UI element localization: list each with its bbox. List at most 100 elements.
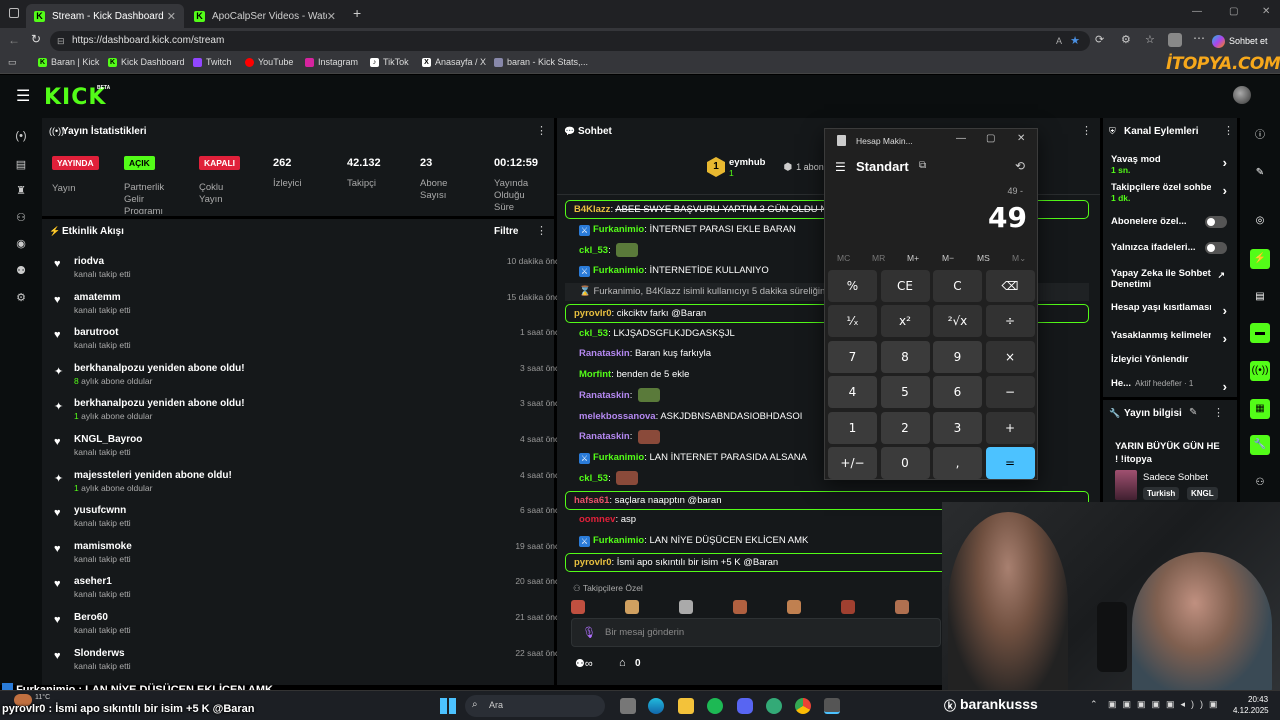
category-name[interactable]: Sadece Sohbet xyxy=(1143,472,1208,483)
chevron-right-icon[interactable]: › xyxy=(1223,183,1227,198)
chat-username[interactable]: Furkanimio xyxy=(593,452,644,463)
maximize-window-icon[interactable]: ▢ xyxy=(1229,6,1238,17)
calc-nav-menu-icon[interactable]: ☰ xyxy=(835,160,846,174)
tag-turkish[interactable]: Turkish xyxy=(1143,487,1180,500)
bookmark-x[interactable]: X Anasayfa / X xyxy=(422,57,486,67)
calc-key-decimal[interactable]: , xyxy=(933,447,982,479)
calc-key-digit-0[interactable]: 0 xyxy=(880,447,930,479)
community-icon[interactable]: ⚇ xyxy=(13,211,29,225)
calc-key-clear-entry[interactable]: CE xyxy=(880,270,930,302)
chat-username[interactable]: ckl_53 xyxy=(579,245,608,256)
calc-memory-button[interactable]: M− xyxy=(942,253,954,263)
favorite-star-icon[interactable]: ★ xyxy=(1070,31,1080,51)
chat-username[interactable]: Ranataskin xyxy=(579,431,630,442)
broadcast-tool-icon[interactable]: ((•)) xyxy=(1250,361,1270,381)
settings-extension-icon[interactable]: ⚙ xyxy=(1121,33,1131,46)
users-icon[interactable]: ⚉ xyxy=(13,264,29,278)
chat-tool-icon[interactable]: ▬ xyxy=(1250,323,1270,343)
calc-key-square-root[interactable]: ²√x xyxy=(933,305,982,338)
events-menu-icon[interactable]: ⋮ xyxy=(536,224,547,237)
copilot-chat-button[interactable]: Sohbet et xyxy=(1212,32,1268,50)
profile-avatar-icon[interactable] xyxy=(1168,33,1182,47)
event-row[interactable]: ♥ yusufcwnn kanalı takip etti 6 saat önce xyxy=(54,505,564,541)
calculator-taskbar-icon[interactable] xyxy=(824,698,840,714)
chat-username[interactable]: oomnev xyxy=(579,514,615,525)
chat-username[interactable]: pyrovlr0 xyxy=(574,557,612,568)
chevron-right-icon[interactable]: › xyxy=(1223,303,1227,318)
channel-action-row[interactable]: Yasaklanmış kelimeler › xyxy=(1111,330,1227,346)
trophy-icon[interactable]: ♜ xyxy=(13,184,29,198)
community-tool-icon[interactable]: ⚇ xyxy=(1250,473,1270,493)
tray-expand-icon[interactable]: ⌃ xyxy=(1090,699,1098,710)
stream-live-icon[interactable]: (•) xyxy=(13,130,29,144)
channel-action-row[interactable]: Takipçilere özel sohbe 1 dk. › xyxy=(1111,182,1227,203)
taskbar-search[interactable]: ⌕ Ara xyxy=(465,695,605,717)
filter-button[interactable]: Filtre xyxy=(494,226,518,237)
tab-stream-dashboard[interactable]: K Stream - Kick Dashboard ✕ xyxy=(26,4,184,28)
event-row[interactable]: ♥ aseher1 kanalı takip etti 20 saat önce xyxy=(54,576,564,612)
channel-action-row[interactable]: İzleyici Yönlendir xyxy=(1111,354,1227,365)
chat-username[interactable]: melekbossanova xyxy=(579,411,656,422)
address-bar[interactable]: ⊟ https://dashboard.kick.com/stream A ★ xyxy=(50,31,1090,51)
calc-memory-button[interactable]: MR xyxy=(872,253,885,263)
calc-maximize-icon[interactable]: ▢ xyxy=(986,133,995,144)
site-info-icon[interactable]: ⊟ xyxy=(57,31,65,51)
new-tab-icon[interactable]: + xyxy=(353,5,361,21)
calc-key-square[interactable]: x² xyxy=(880,305,930,338)
emote-shortcut-icon[interactable] xyxy=(895,600,909,614)
chat-username[interactable]: Furkanimio xyxy=(593,535,644,546)
emote-shortcut-icon[interactable] xyxy=(841,600,855,614)
bookmark-twitch[interactable]: Twitch xyxy=(193,57,232,67)
chat-username[interactable]: Morfint xyxy=(579,369,611,380)
bookmark-baran-kick[interactable]: K Baran | Kick xyxy=(38,57,99,67)
event-row[interactable]: ♥ riodva kanalı takip etti 10 dakika önce xyxy=(54,256,564,292)
stats-menu-icon[interactable]: ⋮ xyxy=(536,124,547,137)
tab-apocalpser-videos[interactable]: K ApoCalpSer Videos - Watch On-D ✕ xyxy=(186,4,344,28)
camera-icon[interactable]: ◉ xyxy=(13,237,29,251)
calc-key-digit-1[interactable]: 1 xyxy=(828,411,877,444)
chevron-right-icon[interactable]: › xyxy=(1223,379,1227,394)
calc-key-digit-8[interactable]: 8 xyxy=(880,340,930,373)
history-icon[interactable]: ⟲ xyxy=(1015,159,1025,173)
wrench-tool-icon[interactable]: 🔧 xyxy=(1250,435,1270,455)
calc-key-clear[interactable]: C xyxy=(933,270,982,302)
event-row[interactable]: ♥ Slonderws kanalı takip etti 22 saat önce xyxy=(54,648,564,684)
start-icon[interactable] xyxy=(440,698,456,714)
camera-target-icon[interactable]: ◎ xyxy=(1250,211,1270,231)
channel-action-row[interactable]: Yalnızca ifadeleri... xyxy=(1111,242,1227,254)
channel-actions-menu-icon[interactable]: ⋮ xyxy=(1223,124,1234,137)
layout-tool-icon[interactable]: ▦ xyxy=(1250,399,1270,419)
calc-key-negate[interactable]: +/− xyxy=(828,447,877,479)
bookmark-youtube[interactable]: YouTube xyxy=(245,57,293,67)
channel-action-row[interactable]: Yapay Zeka ile Sohbet Denetimi ↗ xyxy=(1111,268,1227,290)
close-tab-icon[interactable]: ✕ xyxy=(167,10,176,23)
chat-username[interactable]: Ranataskin xyxy=(579,390,630,401)
chat-input[interactable]: 🎙 Bir mesaj gönderin xyxy=(571,618,941,647)
chat-username[interactable]: ckl_53 xyxy=(579,328,608,339)
keep-on-top-icon[interactable]: ⧉ xyxy=(919,160,926,171)
emote-shortcut-icon[interactable] xyxy=(679,600,693,614)
calc-key-add[interactable]: + xyxy=(985,411,1035,444)
channel-action-row[interactable]: He... Aktif hedefler · 1 › xyxy=(1111,378,1227,394)
tag-kngl[interactable]: KNGL xyxy=(1187,487,1218,500)
reload-icon[interactable]: ↻ xyxy=(31,32,41,46)
toggle-switch[interactable] xyxy=(1205,216,1227,228)
chevron-right-icon[interactable]: › xyxy=(1223,155,1227,170)
calc-close-icon[interactable]: ✕ xyxy=(1017,133,1025,144)
edit-icon[interactable]: ✎ xyxy=(1250,163,1270,183)
browser-menu-icon[interactable]: ⋯ xyxy=(1193,31,1205,45)
calc-memory-button[interactable]: M⌄ xyxy=(1012,253,1026,264)
chat-username[interactable]: Furkanimio xyxy=(593,265,644,276)
obs-icon[interactable] xyxy=(766,698,782,714)
stream-info-menu-icon[interactable]: ⋮ xyxy=(1213,406,1224,419)
info-icon[interactable]: ⓘ xyxy=(1250,126,1270,146)
calc-minimize-icon[interactable]: — xyxy=(956,133,966,144)
lightning-tool-icon[interactable]: ⚡ xyxy=(1250,249,1270,269)
task-view-icon[interactable] xyxy=(620,698,636,714)
calc-memory-button[interactable]: MS xyxy=(977,253,990,263)
calc-key-percent[interactable]: % xyxy=(828,270,877,302)
channel-action-row[interactable]: Yavaş mod 1 sn. › xyxy=(1111,154,1227,175)
chat-username[interactable]: ckl_53 xyxy=(579,473,608,484)
calc-key-digit-6[interactable]: 6 xyxy=(933,376,982,409)
chrome-icon[interactable] xyxy=(795,698,811,714)
